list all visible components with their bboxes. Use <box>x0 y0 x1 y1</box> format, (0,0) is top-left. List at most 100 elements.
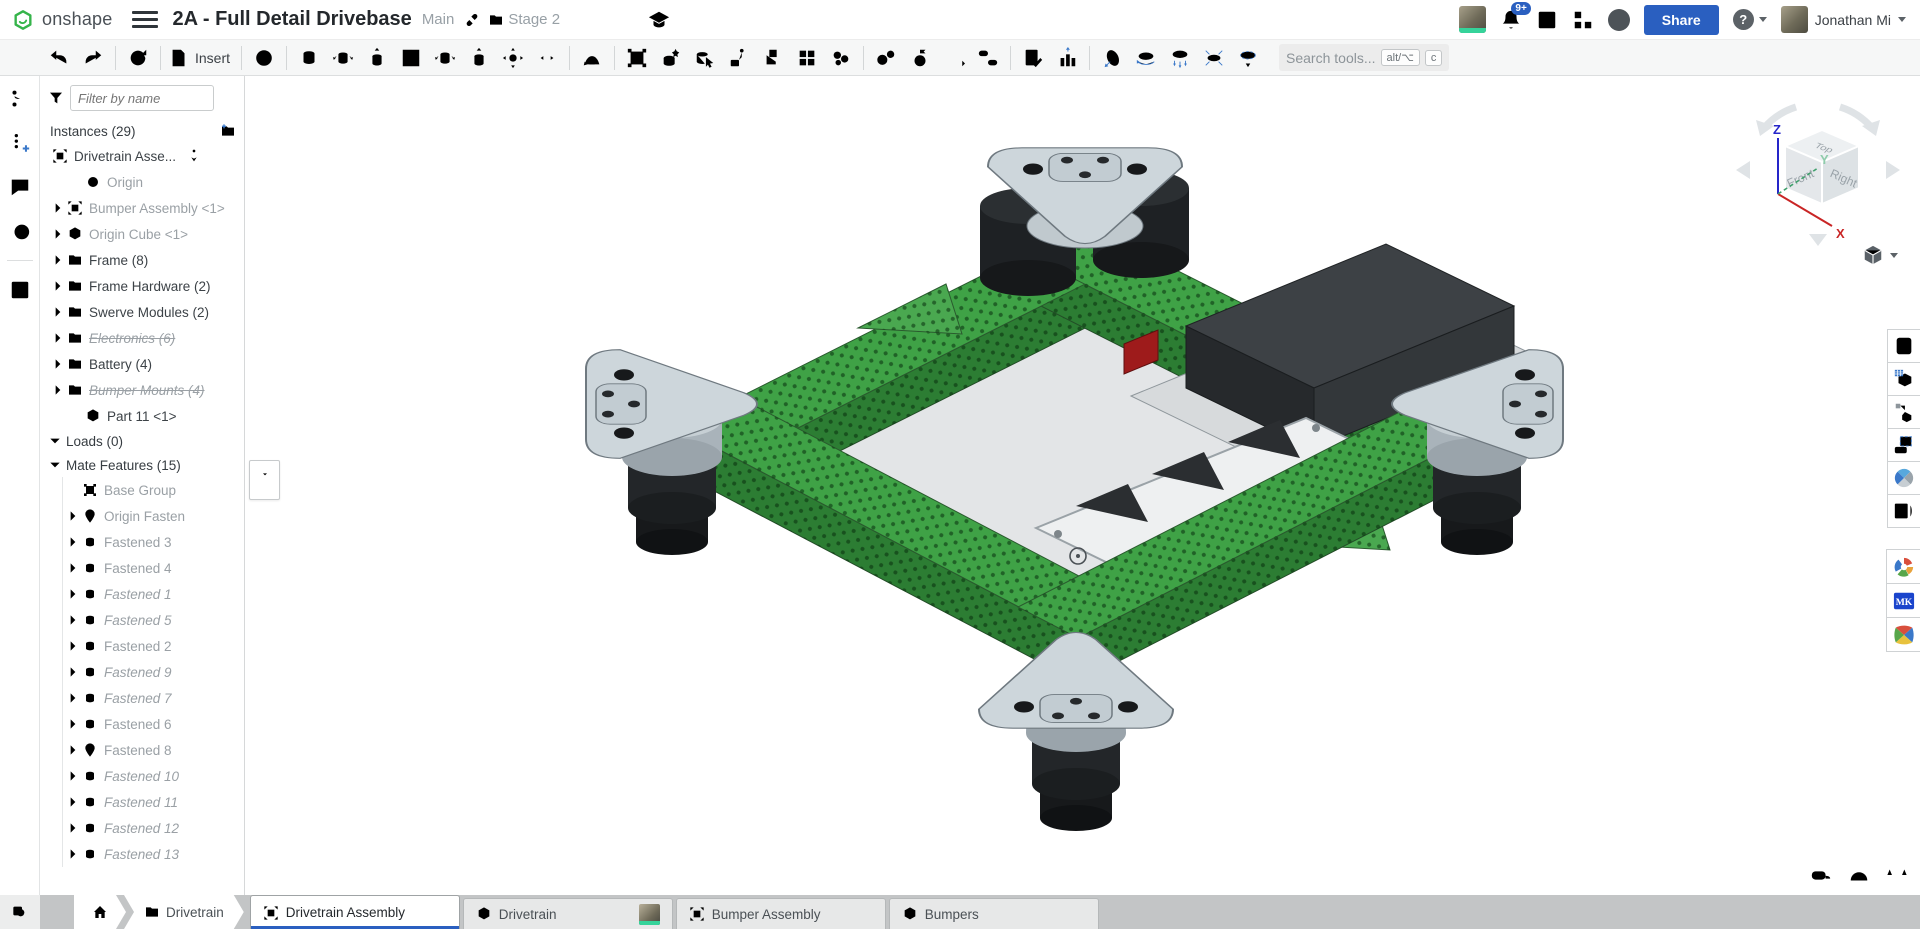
pin-slot-mate-icon[interactable] <box>462 43 496 73</box>
tree-row[interactable]: Part 11 <1> <box>40 403 244 429</box>
presence-avatar[interactable] <box>1459 6 1486 33</box>
named-positions-icon[interactable] <box>247 43 281 73</box>
app-store-icon[interactable] <box>1572 9 1594 31</box>
tab-manager-button[interactable] <box>0 895 40 929</box>
expand-chevron-icon[interactable] <box>65 613 80 627</box>
tree-row[interactable]: Origin <box>40 169 244 195</box>
expand-chevron-icon[interactable] <box>65 691 80 705</box>
linked-documents-button[interactable] <box>1887 395 1920 429</box>
rack-pinion-relation-icon[interactable] <box>903 43 937 73</box>
manikin-icon[interactable] <box>722 43 756 73</box>
expand-chevron-icon[interactable] <box>65 535 80 549</box>
expand-chevron-icon[interactable] <box>65 743 80 757</box>
revolute-mate-icon[interactable] <box>326 43 360 73</box>
mate-row[interactable]: Fastened 13 <box>41 841 244 867</box>
help-menu[interactable]: ? <box>1733 9 1767 30</box>
expand-chevron-icon[interactable] <box>65 769 80 783</box>
tasks-panel-icon[interactable] <box>1536 9 1558 31</box>
mate-row[interactable]: Fastened 11 <box>41 789 244 815</box>
cylindrical-mate-icon[interactable] <box>428 43 462 73</box>
tree-row[interactable]: Bumper Assembly <1> <box>40 195 244 221</box>
tree-row[interactable]: Battery (4) <box>40 351 244 377</box>
mass-properties-button[interactable] <box>1884 863 1910 887</box>
tab-bumpers[interactable]: Bumpers <box>889 898 1099 929</box>
expand-chevron-icon[interactable] <box>50 383 65 397</box>
tree-row[interactable]: Bumper Mounts (4) <box>40 377 244 403</box>
mate-row[interactable]: Fastened 10 <box>41 763 244 789</box>
mate-row[interactable]: Fastened 3 <box>41 529 244 555</box>
properties-panel-button[interactable] <box>1887 329 1920 363</box>
mate-connector-icon[interactable] <box>654 43 688 73</box>
shortcuts-app-button[interactable] <box>1887 494 1920 528</box>
share-button[interactable]: Share <box>1644 5 1719 35</box>
expand-chevron-icon[interactable] <box>65 847 80 861</box>
redo-icon[interactable] <box>76 43 110 73</box>
transform-icon[interactable] <box>756 43 790 73</box>
tree-row[interactable]: Frame (8) <box>40 247 244 273</box>
expand-chevron-icon[interactable] <box>65 639 80 653</box>
mate-row[interactable]: Fastened 1 <box>41 581 244 607</box>
mate-row[interactable]: Fastened 9 <box>41 659 244 685</box>
mates-section-header[interactable]: Mate Features (15) <box>40 453 244 477</box>
expand-chevron-icon[interactable] <box>50 279 65 293</box>
protractor-button[interactable] <box>1846 863 1872 887</box>
tape-measure-button[interactable] <box>1808 863 1834 887</box>
mate-row[interactable]: Fastened 5 <box>41 607 244 633</box>
expand-chevron-icon[interactable] <box>50 201 65 215</box>
notifications-button[interactable]: 9+ <box>1500 9 1522 31</box>
versions-history-button[interactable] <box>5 84 35 114</box>
expand-chevron-icon[interactable] <box>50 331 65 345</box>
create-version-button[interactable] <box>5 128 35 158</box>
slider-mate-icon[interactable] <box>360 43 394 73</box>
expand-chevron-icon[interactable] <box>50 305 65 319</box>
expand-chevron-icon[interactable] <box>50 253 65 267</box>
animate-spin-icon[interactable] <box>1129 43 1163 73</box>
mate-row[interactable]: Fastened 7 <box>41 685 244 711</box>
gear-relation-icon[interactable] <box>869 43 903 73</box>
link-icon[interactable] <box>464 12 480 28</box>
view-options-button[interactable] <box>1862 244 1898 266</box>
screw-relation-icon[interactable] <box>937 43 971 73</box>
tab-drivetrain-assembly[interactable]: Drivetrain Assembly <box>250 895 460 929</box>
pinwheel-app-button[interactable] <box>1887 461 1920 495</box>
expand-chevron-icon[interactable] <box>65 795 80 809</box>
insert-icon[interactable]: Insert <box>166 43 236 73</box>
expand-chevron-icon[interactable] <box>50 227 65 241</box>
mate-row[interactable]: Fastened 8 <box>41 737 244 763</box>
animate-collapse-icon[interactable] <box>1197 43 1231 73</box>
mate-row[interactable]: Base Group <box>41 477 244 503</box>
tree-row[interactable]: Electronics (6) <box>40 325 244 351</box>
tree-row[interactable]: Origin Cube <1> <box>40 221 244 247</box>
expand-chevron-icon[interactable] <box>65 509 80 523</box>
main-menu-icon[interactable] <box>132 7 158 33</box>
update-linked-icon[interactable] <box>121 43 155 73</box>
tab-drivetrain[interactable]: Drivetrain <box>463 898 673 929</box>
replace-instance-icon[interactable] <box>688 43 722 73</box>
mate-row[interactable]: Fastened 2 <box>41 633 244 659</box>
group-icon[interactable] <box>620 43 654 73</box>
loads-section-header[interactable]: Loads (0) <box>40 429 244 453</box>
filter-icon[interactable] <box>48 90 64 106</box>
animate-insert-icon[interactable] <box>1231 43 1265 73</box>
fastened-mate-icon[interactable] <box>292 43 326 73</box>
version-label[interactable]: Stage 2 <box>508 11 560 28</box>
named-views-button[interactable] <box>1887 428 1920 462</box>
mate-row[interactable]: Fastened 12 <box>41 815 244 841</box>
tab-bumper-assembly[interactable]: Bumper Assembly <box>676 898 886 929</box>
mate-row[interactable]: Fastened 6 <box>41 711 244 737</box>
snap-mode-icon[interactable] <box>575 43 609 73</box>
expand-chevron-icon[interactable] <box>65 587 80 601</box>
exploded-view-icon[interactable] <box>1050 43 1084 73</box>
view-cube[interactable]: Top Front Right Z X Y <box>1730 94 1906 252</box>
user-menu[interactable]: Jonathan Mi <box>1781 6 1906 33</box>
pattern-icon[interactable] <box>790 43 824 73</box>
comments-button[interactable] <box>5 172 35 202</box>
bom-panel-button[interactable] <box>1887 362 1920 396</box>
undo-icon[interactable] <box>42 43 76 73</box>
ball-mate-icon[interactable] <box>496 43 530 73</box>
app-color-x-button[interactable] <box>1886 617 1920 652</box>
expand-chevron-icon[interactable] <box>65 665 80 679</box>
tree-row[interactable]: Swerve Modules (2) <box>40 299 244 325</box>
collision-icon[interactable] <box>824 43 858 73</box>
filter-input[interactable] <box>70 85 214 111</box>
